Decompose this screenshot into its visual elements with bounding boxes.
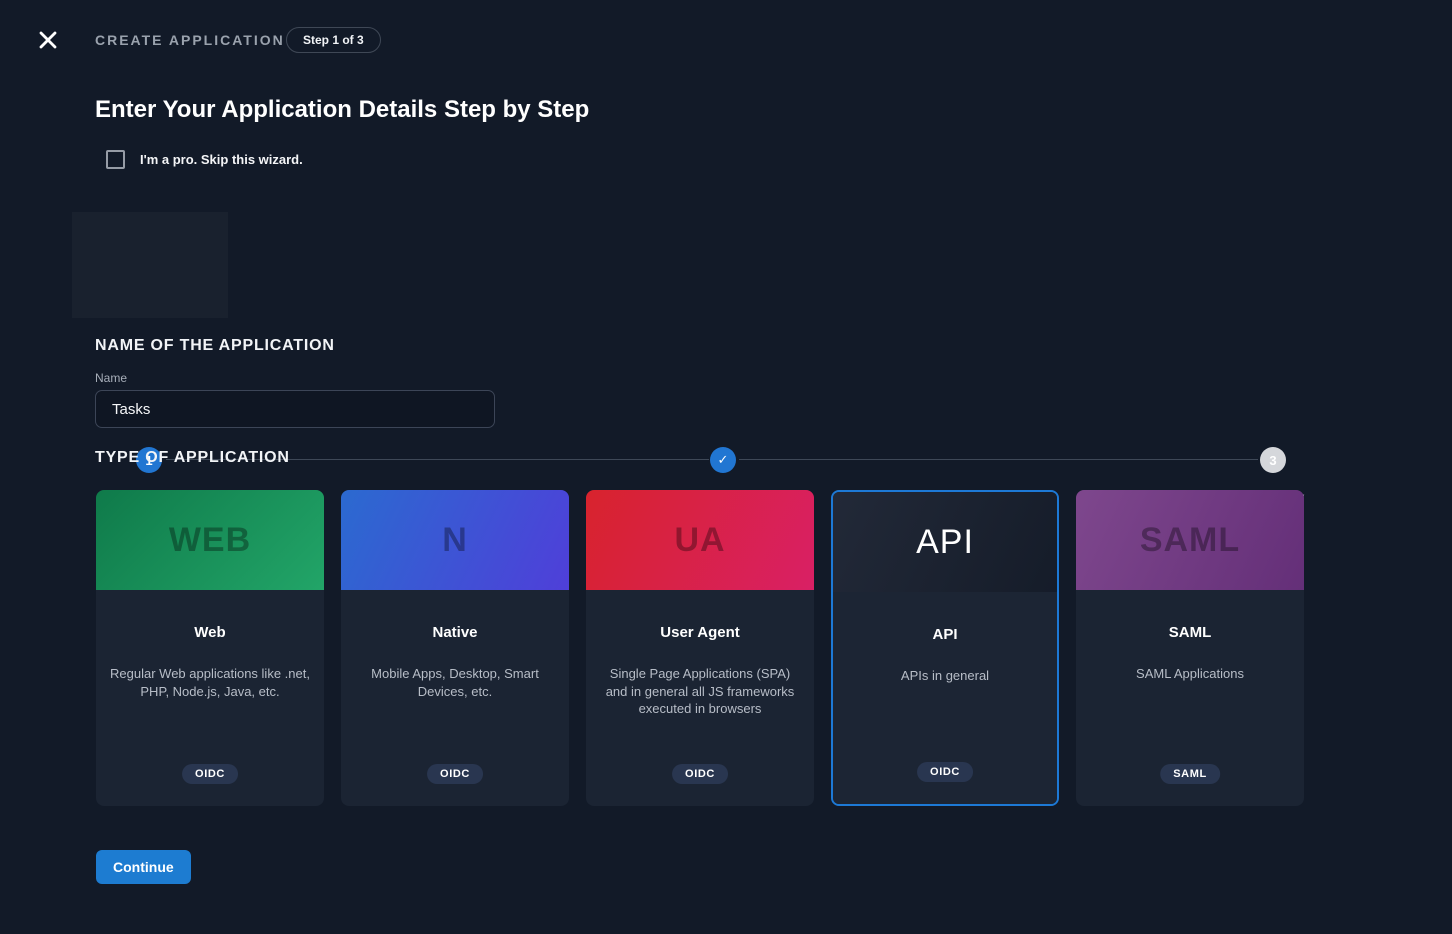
card-web-title: Web bbox=[194, 624, 225, 641]
application-type-cards: WEB Web Regular Web applications like .n… bbox=[96, 490, 1304, 806]
card-saml-body: SAML SAML Applications SAML bbox=[1076, 590, 1304, 806]
card-web-header: WEB bbox=[96, 490, 324, 590]
card-user-agent-body: User Agent Single Page Applications (SPA… bbox=[586, 590, 814, 806]
active-step-highlight bbox=[72, 212, 228, 318]
name-field-label: Name bbox=[95, 371, 127, 385]
card-saml[interactable]: SAML SAML SAML Applications SAML bbox=[1076, 490, 1304, 806]
card-api-description: APIs in general bbox=[887, 667, 1003, 685]
card-web[interactable]: WEB Web Regular Web applications like .n… bbox=[96, 490, 324, 806]
card-user-agent-header: UA bbox=[586, 490, 814, 590]
card-web-description: Regular Web applications like .net, PHP,… bbox=[96, 665, 324, 700]
page-title: Enter Your Application Details Step by S… bbox=[95, 96, 589, 124]
card-web-protocol-badge: OIDC bbox=[182, 764, 238, 784]
card-user-agent-abbr: UA bbox=[674, 521, 725, 560]
card-user-agent-title: User Agent bbox=[660, 624, 739, 641]
card-native-title: Native bbox=[432, 624, 477, 641]
skip-wizard-row[interactable]: I'm a pro. Skip this wizard. bbox=[106, 150, 303, 169]
card-saml-title: SAML bbox=[1169, 624, 1212, 641]
card-native-protocol-badge: OIDC bbox=[427, 764, 483, 784]
card-web-abbr: WEB bbox=[169, 521, 251, 560]
card-saml-description: SAML Applications bbox=[1122, 665, 1258, 683]
step-progress-badge: Step 1 of 3 bbox=[286, 27, 381, 53]
card-saml-abbr: SAML bbox=[1140, 521, 1240, 560]
wizard-stepper: 1 ✓ 3 Name and Type Authentication Metho… bbox=[0, 212, 1452, 318]
step-connector-2 bbox=[739, 459, 1258, 460]
card-api-abbr: API bbox=[916, 523, 974, 562]
application-name-input[interactable] bbox=[95, 390, 495, 428]
close-icon bbox=[38, 30, 58, 50]
card-native-header: N bbox=[341, 490, 569, 590]
step-3-indicator[interactable]: 3 bbox=[1260, 447, 1286, 473]
card-user-agent-description: Single Page Applications (SPA) and in ge… bbox=[586, 665, 814, 718]
card-saml-header: SAML bbox=[1076, 490, 1304, 590]
card-api-header: API bbox=[833, 492, 1057, 592]
card-web-body: Web Regular Web applications like .net, … bbox=[96, 590, 324, 806]
create-application-wizard: CREATE APPLICATION Step 1 of 3 Enter You… bbox=[0, 0, 1452, 934]
modal-title: CREATE APPLICATION bbox=[95, 32, 285, 48]
skip-wizard-checkbox[interactable] bbox=[106, 150, 125, 169]
card-api-title: API bbox=[932, 626, 957, 643]
card-user-agent-protocol-badge: OIDC bbox=[672, 764, 728, 784]
name-section-title: NAME OF THE APPLICATION bbox=[95, 337, 335, 355]
card-api-selected[interactable]: API API APIs in general OIDC bbox=[831, 490, 1059, 806]
card-native-body: Native Mobile Apps, Desktop, Smart Devic… bbox=[341, 590, 569, 806]
close-button[interactable] bbox=[34, 26, 62, 54]
continue-button[interactable]: Continue bbox=[96, 850, 191, 884]
card-native[interactable]: N Native Mobile Apps, Desktop, Smart Dev… bbox=[341, 490, 569, 806]
step-2-indicator-check-icon[interactable]: ✓ bbox=[710, 447, 736, 473]
type-section-title: TYPE OF APPLICATION bbox=[95, 449, 290, 467]
skip-wizard-label: I'm a pro. Skip this wizard. bbox=[140, 152, 303, 167]
card-native-abbr: N bbox=[442, 521, 468, 560]
card-native-description: Mobile Apps, Desktop, Smart Devices, etc… bbox=[341, 665, 569, 700]
card-api-protocol-badge: OIDC bbox=[917, 762, 973, 782]
card-api-body: API APIs in general OIDC bbox=[833, 592, 1057, 804]
card-saml-protocol-badge: SAML bbox=[1160, 764, 1220, 784]
card-user-agent[interactable]: UA User Agent Single Page Applications (… bbox=[586, 490, 814, 806]
